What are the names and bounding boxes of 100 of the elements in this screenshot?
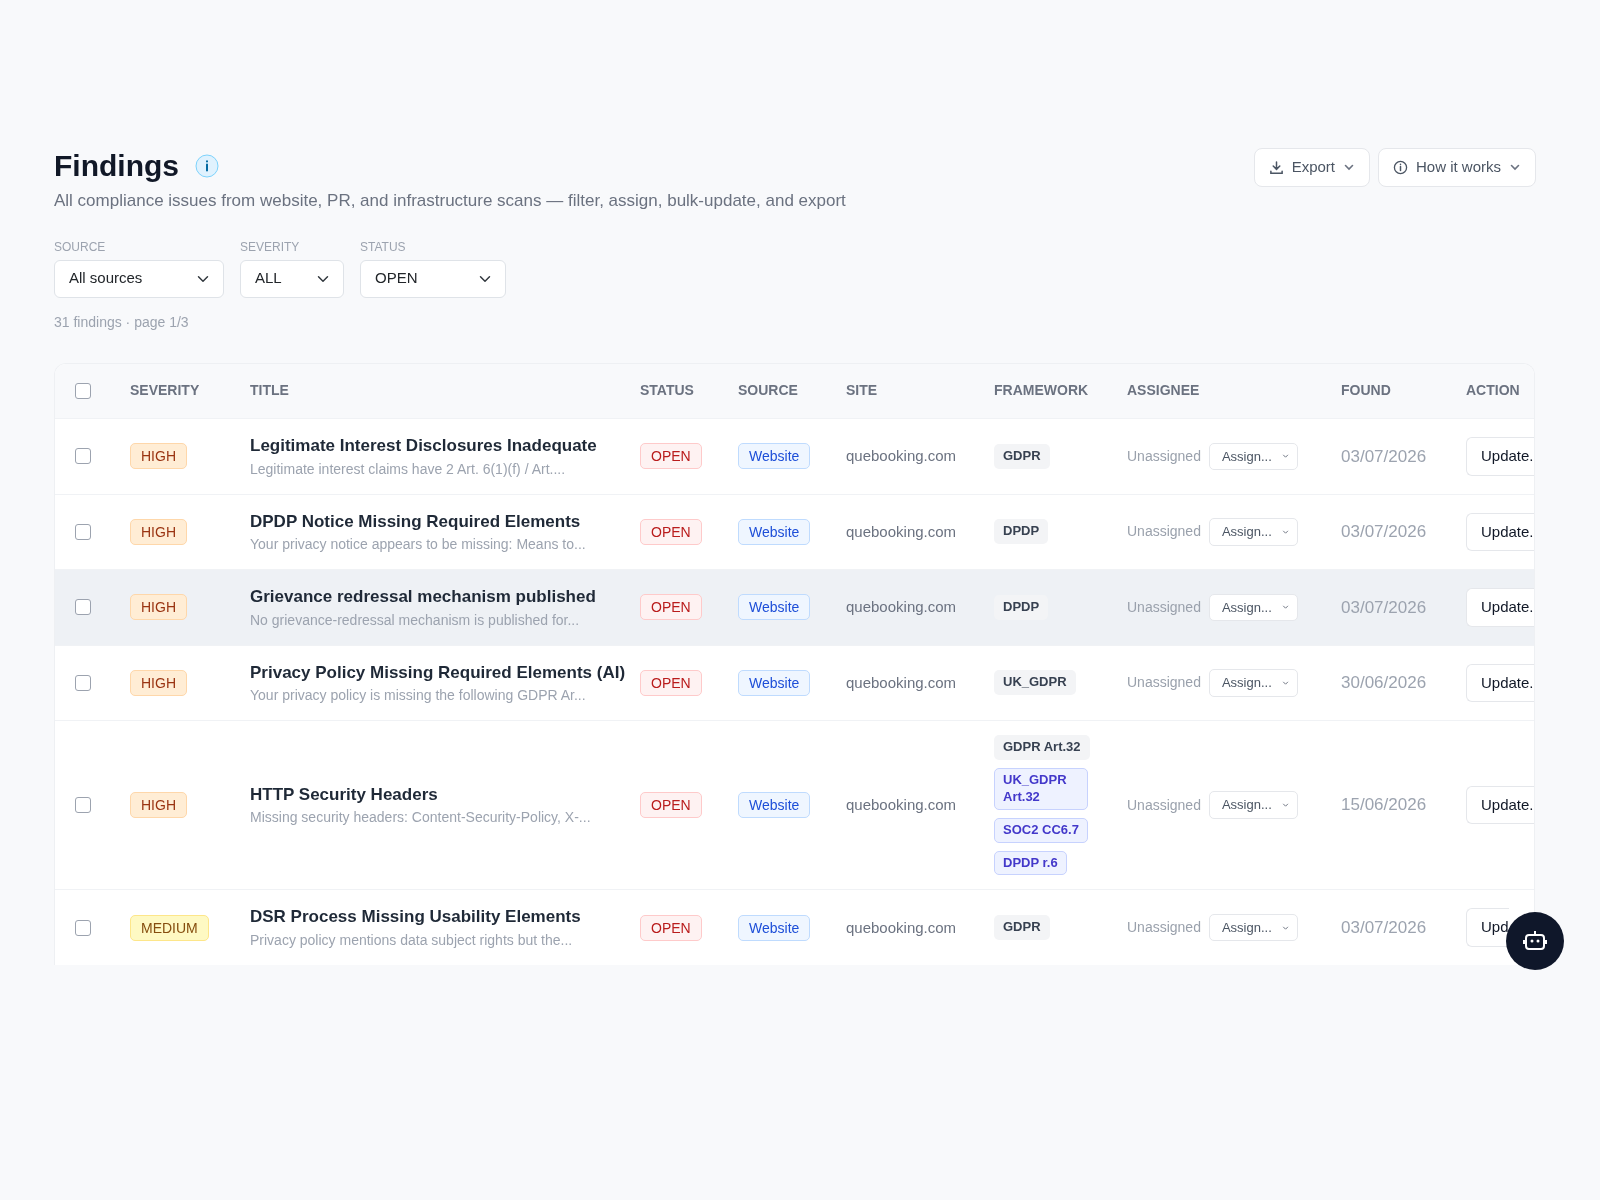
assign-dropdown[interactable]: Assign... <box>1208 913 1298 942</box>
framework-tag: SOC2 CC6.7 <box>994 817 1088 843</box>
update-button[interactable]: Upd <box>1466 908 1509 947</box>
finding-title: HTTP Security Headers <box>250 783 439 806</box>
found-date: 03/07/2026 <box>1341 522 1427 541</box>
filter-select[interactable]: ALL <box>240 259 344 298</box>
site-text: quebooking.com <box>846 918 957 936</box>
assign-dropdown[interactable]: Assign... <box>1208 518 1298 546</box>
severity-badge: HIGH <box>130 594 187 621</box>
source-badge: Website <box>738 594 811 621</box>
info-icon <box>1393 159 1408 175</box>
source-badge: Website <box>738 669 811 696</box>
finding-title: DPDP Notice Missing Required Elements <box>250 510 582 533</box>
severity-badge: HIGH <box>130 669 187 696</box>
site-text: quebooking.com <box>846 673 957 691</box>
finding-title: Legitimate Interest Disclosures Inadequate <box>250 435 598 457</box>
found-date: 03/07/2026 <box>1341 917 1427 937</box>
site-text: quebooking.com <box>846 598 957 616</box>
filter-label: SEVERITY <box>240 238 301 256</box>
framework-tag: GDPR <box>994 915 1050 941</box>
framework-tag: GDPR <box>994 443 1050 469</box>
export-button[interactable]: Export <box>1253 148 1370 187</box>
select-all-checkbox[interactable] <box>75 382 91 399</box>
column-header: SEVERITY <box>130 382 200 399</box>
assignee-text: Unassigned <box>1127 673 1201 693</box>
finding-description: Privacy policy mentions data subject rights but the... <box>250 930 574 950</box>
severity-badge: HIGH <box>130 518 187 545</box>
finding-title: DSR Process Missing Usability Elements <box>250 906 582 929</box>
status-badge: OPEN <box>640 518 702 545</box>
assignee-text: Unassigned <box>1127 446 1201 466</box>
framework-tag: DPDP r.6 <box>994 850 1067 876</box>
filter-label: STATUS <box>360 238 407 256</box>
found-date: 30/06/2026 <box>1341 673 1427 692</box>
assign-dropdown[interactable]: Assign... <box>1208 791 1298 819</box>
found-date: 03/07/2026 <box>1341 446 1427 466</box>
finding-description: No grievance-redressal mechanism is published for... <box>250 610 581 630</box>
site-text: quebooking.com <box>846 796 957 814</box>
found-date: 15/06/2026 <box>1341 795 1427 815</box>
status-badge: OPEN <box>640 914 702 941</box>
finding-title: Grievance redressal mechanism published <box>250 586 597 608</box>
column-header: SITE <box>846 382 878 399</box>
framework-tag: UK_GDPR Art.32 <box>994 767 1088 810</box>
framework-tag: DPDP <box>994 594 1049 620</box>
how-it-works-button[interactable]: How it works <box>1378 148 1536 187</box>
update-button[interactable]: Update.. <box>1466 663 1534 702</box>
finding-description: Your privacy notice appears to be missing: Means to... <box>250 535 587 554</box>
chatbot-button[interactable] <box>1506 912 1564 970</box>
severity-badge: MEDIUM <box>130 914 209 941</box>
row-checkbox[interactable] <box>75 523 91 540</box>
robot-icon <box>1523 930 1547 952</box>
download-icon <box>1268 159 1284 175</box>
update-button[interactable]: Update.. <box>1466 512 1534 551</box>
found-date: 03/07/2026 <box>1341 597 1427 617</box>
source-badge: Website <box>738 792 811 819</box>
row-checkbox[interactable] <box>75 919 91 936</box>
finding-description: Legitimate interest claims have 2 Art. 6(1)(f) / Art.... <box>250 459 567 479</box>
update-button[interactable]: Update.. <box>1466 785 1534 825</box>
site-text: quebooking.com <box>846 447 957 465</box>
filter-label: SOURCE <box>54 238 107 256</box>
column-header: FRAMEWORK <box>994 382 1089 399</box>
row-checkbox[interactable] <box>75 797 91 814</box>
column-header: ACTION <box>1466 382 1520 399</box>
update-button[interactable]: Update.. <box>1466 588 1534 627</box>
row-checkbox[interactable] <box>75 599 91 616</box>
finding-description: Missing security headers: Content-Security-Policy, X-... <box>250 808 592 828</box>
finding-title: Privacy Policy Missing Required Elements (AI) <box>250 661 627 684</box>
severity-badge: HIGH <box>130 443 187 470</box>
status-badge: OPEN <box>640 792 702 819</box>
assignee-text: Unassigned <box>1127 597 1201 617</box>
assignee-text: Unassigned <box>1127 795 1201 815</box>
severity-badge: HIGH <box>130 792 187 819</box>
column-header: ASSIGNEE <box>1127 382 1200 399</box>
status-badge: OPEN <box>640 669 702 696</box>
filter-select[interactable]: All sources <box>54 259 224 298</box>
page-subtitle: All compliance issues from website, PR, and infrastructure scans — filter, assign, bulk-update, and export <box>54 190 846 212</box>
assign-dropdown[interactable]: Assign... <box>1208 593 1298 621</box>
filter-select[interactable]: OPEN <box>360 259 506 298</box>
framework-tag: UK_GDPR <box>994 670 1076 696</box>
column-header: TITLE <box>250 382 289 399</box>
site-text: quebooking.com <box>846 522 957 540</box>
status-badge: OPEN <box>640 443 702 470</box>
finding-description: Your privacy policy is missing the following GDPR Ar... <box>250 686 587 705</box>
assign-dropdown[interactable]: Assign... <box>1208 442 1298 470</box>
framework-tag: DPDP <box>994 519 1049 545</box>
update-button[interactable]: Update.. <box>1466 437 1534 476</box>
page-title: Findings <box>54 148 179 184</box>
info-icon[interactable] <box>195 154 219 178</box>
assign-dropdown[interactable]: Assign... <box>1208 669 1298 697</box>
row-checkbox[interactable] <box>75 674 91 691</box>
status-badge: OPEN <box>640 594 702 621</box>
source-badge: Website <box>738 914 811 941</box>
row-checkbox[interactable] <box>75 448 91 465</box>
column-header: STATUS <box>640 382 694 399</box>
results-count: 31 findings · page 1/3 <box>54 312 190 332</box>
assignee-text: Unassigned <box>1127 522 1201 542</box>
source-badge: Website <box>738 443 811 470</box>
source-badge: Website <box>738 518 811 545</box>
assignee-text: Unassigned <box>1127 918 1201 938</box>
framework-tag: GDPR Art.32 <box>994 735 1090 760</box>
column-header: SOURCE <box>738 382 798 399</box>
